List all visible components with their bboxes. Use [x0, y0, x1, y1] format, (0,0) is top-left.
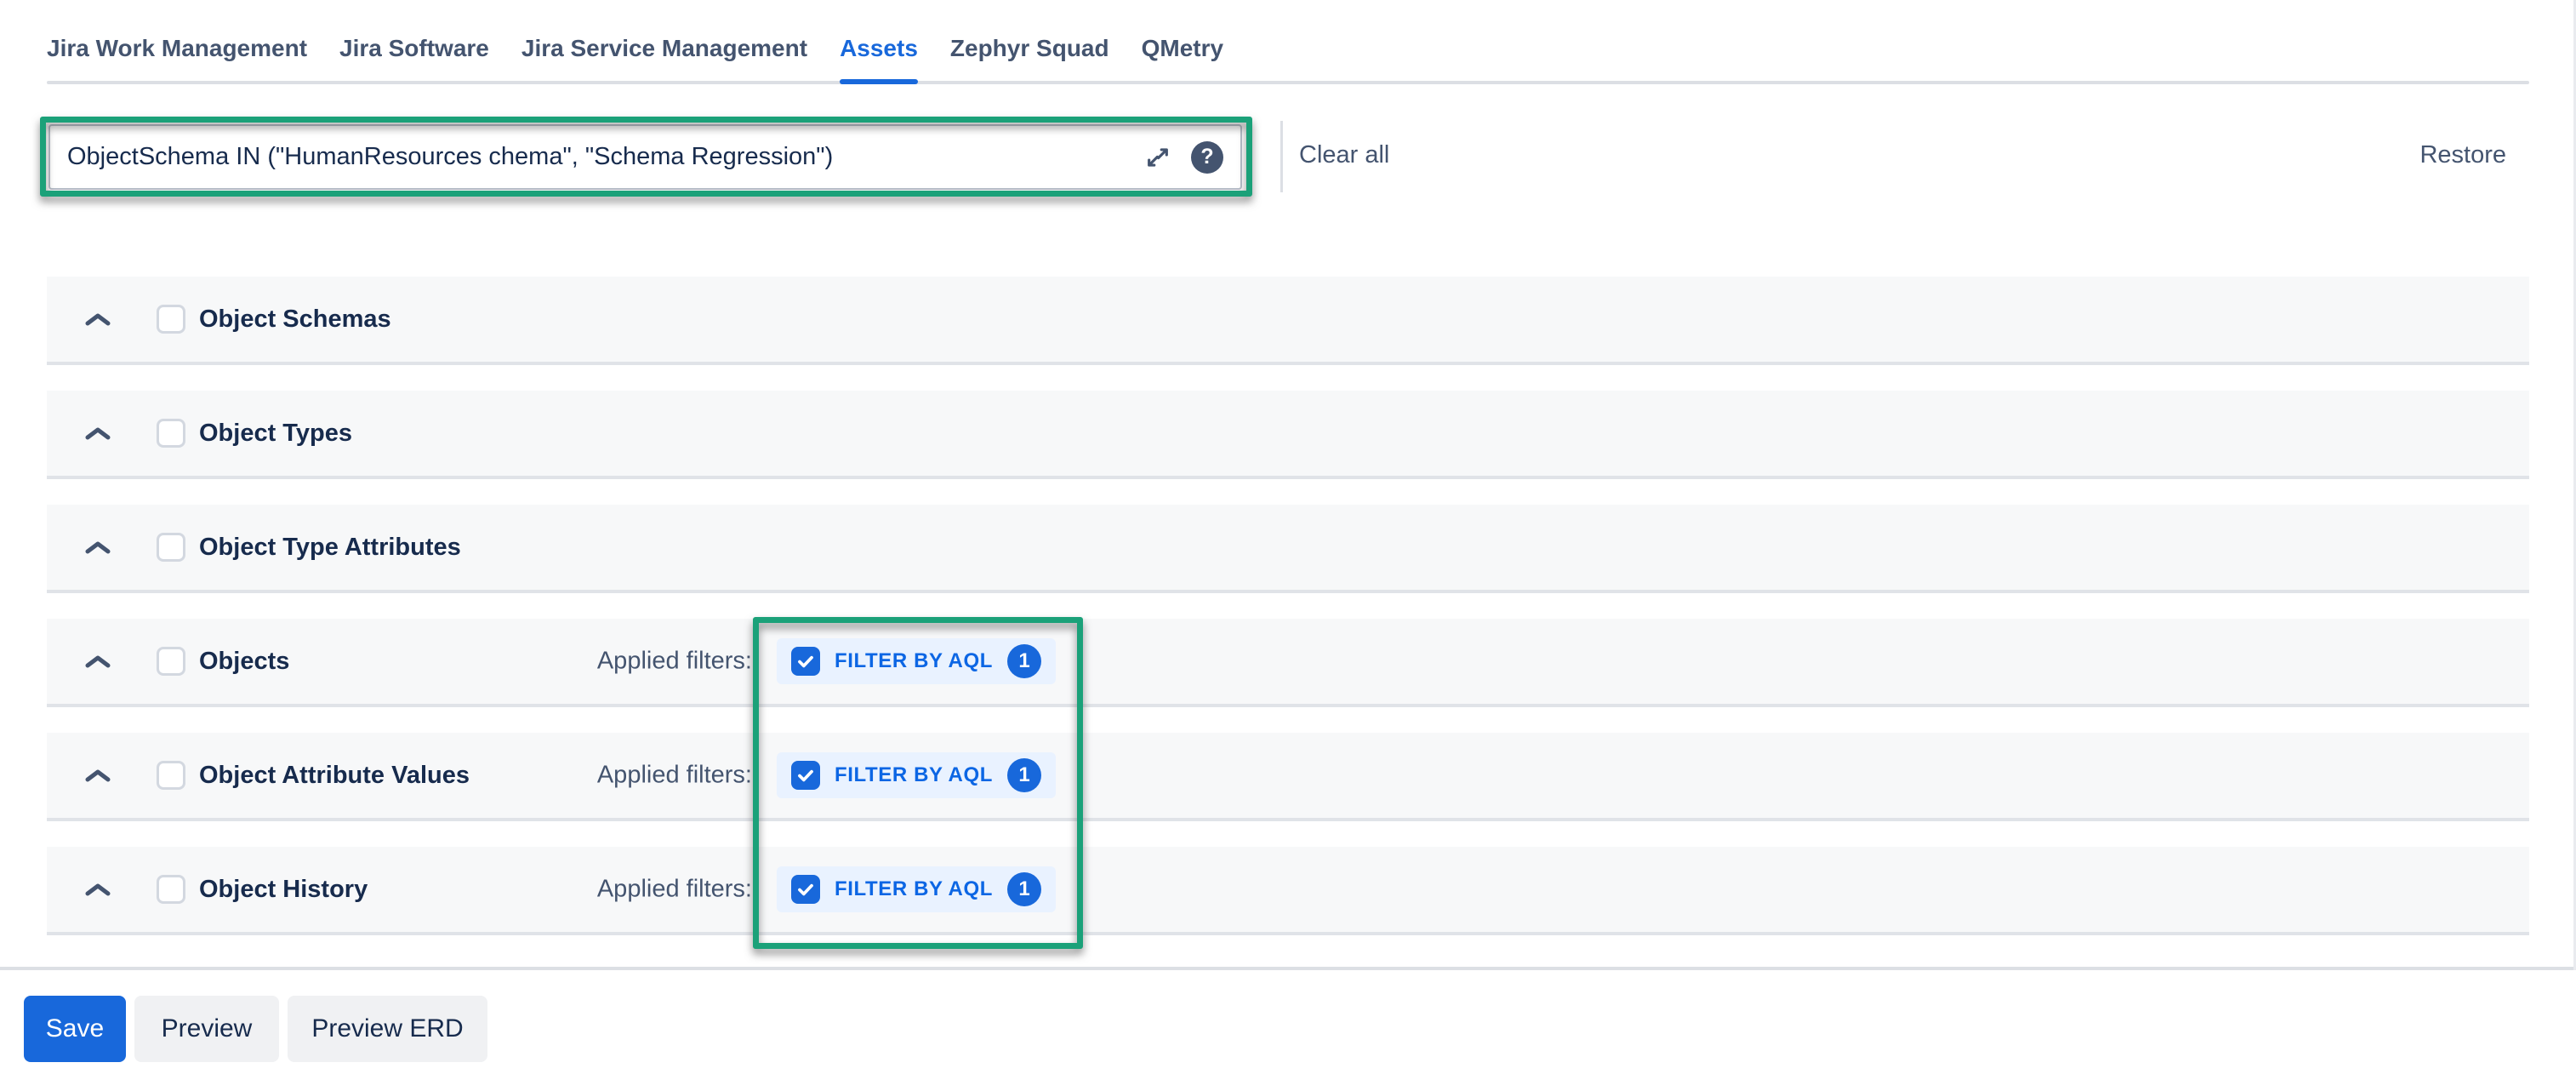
section-label: Object Types [199, 420, 352, 448]
preview-button[interactable]: Preview [134, 996, 279, 1062]
section-row-object-attribute-values: Object Attribute Values Applied filters:… [47, 733, 2529, 821]
section-checkbox[interactable] [157, 647, 185, 676]
aql-query-field[interactable]: ? [48, 124, 1242, 190]
chevron-up-icon[interactable] [83, 425, 112, 442]
tab-jira-service-management[interactable]: Jira Service Management [521, 34, 807, 63]
chevron-up-icon[interactable] [83, 767, 112, 784]
expand-icon[interactable] [1143, 143, 1172, 172]
filter-badge-label: FILTER BY AQL [835, 763, 993, 787]
section-label: Object History [199, 876, 368, 904]
restore-button[interactable]: Restore [2419, 141, 2506, 169]
section-checkbox[interactable] [157, 761, 185, 790]
section-label: Object Schemas [199, 306, 391, 334]
filter-badge-label: FILTER BY AQL [835, 649, 993, 673]
section-label: Object Type Attributes [199, 534, 461, 562]
filter-count-badge: 1 [1007, 872, 1041, 906]
footer-divider [0, 967, 2576, 970]
product-tabbar: Jira Work Management Jira Software Jira … [47, 34, 1223, 63]
checked-checkbox-icon[interactable] [791, 647, 820, 676]
section-row-object-history: Object History Applied filters: FILTER B… [47, 847, 2529, 935]
help-icon[interactable]: ? [1191, 141, 1223, 174]
tab-jira-work-management[interactable]: Jira Work Management [47, 34, 307, 63]
chevron-up-icon[interactable] [83, 881, 112, 898]
filterbar-divider [1280, 121, 1283, 192]
filter-by-aql-badge[interactable]: FILTER BY AQL 1 [777, 752, 1056, 798]
section-checkbox[interactable] [157, 419, 185, 448]
section-checkbox[interactable] [157, 875, 185, 904]
filter-by-aql-badge[interactable]: FILTER BY AQL 1 [777, 638, 1056, 684]
preview-erd-button[interactable]: Preview ERD [288, 996, 487, 1062]
section-label: Objects [199, 648, 289, 676]
assets-export-filter-page: Jira Work Management Jira Software Jira … [0, 0, 2576, 1074]
filter-badge-label: FILTER BY AQL [835, 877, 993, 901]
filter-by-aql-badge[interactable]: FILTER BY AQL 1 [777, 866, 1056, 912]
section-checkbox[interactable] [157, 305, 185, 334]
applied-filters-label: Applied filters: [548, 648, 752, 676]
section-row-object-schemas: Object Schemas [47, 277, 2529, 365]
section-row-object-type-attributes: Object Type Attributes [47, 505, 2529, 593]
filter-count-badge: 1 [1007, 644, 1041, 678]
save-button[interactable]: Save [24, 996, 126, 1062]
section-row-object-types: Object Types [47, 391, 2529, 479]
checked-checkbox-icon[interactable] [791, 761, 820, 790]
filter-count-badge: 1 [1007, 758, 1041, 792]
clear-all-button[interactable]: Clear all [1299, 141, 1389, 169]
help-glyph: ? [1200, 145, 1213, 169]
chevron-up-icon[interactable] [83, 539, 112, 556]
applied-filters-label: Applied filters: [548, 762, 752, 790]
section-label: Object Attribute Values [199, 762, 470, 790]
section-row-objects: Objects Applied filters: FILTER BY AQL 1 [47, 619, 2529, 707]
section-checkbox[interactable] [157, 533, 185, 562]
tabbar-underline [47, 81, 2529, 84]
chevron-up-icon[interactable] [83, 311, 112, 328]
chevron-up-icon[interactable] [83, 653, 112, 670]
tab-qmetry[interactable]: QMetry [1142, 34, 1223, 63]
tab-zephyr-squad[interactable]: Zephyr Squad [950, 34, 1109, 63]
aql-field-icons: ? [1143, 141, 1240, 174]
checked-checkbox-icon[interactable] [791, 875, 820, 904]
tab-jira-software[interactable]: Jira Software [339, 34, 489, 63]
tab-assets[interactable]: Assets [840, 34, 918, 63]
aql-query-input[interactable] [50, 126, 1143, 188]
applied-filters-label: Applied filters: [548, 876, 752, 904]
